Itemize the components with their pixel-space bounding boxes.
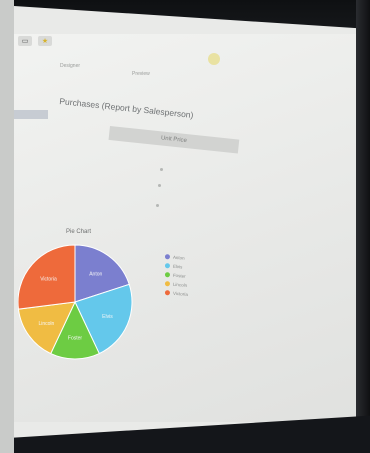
- chart-legend: Anton Elvis Foster Lincoln Victoria: [164, 252, 189, 298]
- legend-label: Victoria: [172, 290, 189, 297]
- monitor-bezel-right: [356, 0, 370, 453]
- sidebar-item[interactable]: [14, 128, 48, 137]
- tab-preview[interactable]: Preview: [132, 71, 150, 77]
- sidebar-item[interactable]: [14, 119, 48, 128]
- left-frame: [0, 0, 14, 453]
- table-row: [160, 168, 163, 171]
- chart-title: Pie Chart: [66, 229, 92, 235]
- legend-item: Victoria: [164, 288, 189, 298]
- toolbar: ▭ ★: [18, 36, 52, 46]
- legend-swatch: [164, 280, 171, 287]
- legend-label: Elvis: [172, 263, 183, 270]
- window-icon[interactable]: ▭: [18, 36, 32, 46]
- star-icon[interactable]: ★: [38, 36, 52, 46]
- legend-swatch: [164, 271, 171, 278]
- tab-designer[interactable]: Designer: [60, 63, 80, 69]
- header-badge: [208, 53, 220, 65]
- legend-swatch: [164, 262, 171, 269]
- slice-label: Elvis: [102, 314, 113, 320]
- legend-swatch: [164, 289, 171, 296]
- legend-label: Foster: [172, 272, 186, 279]
- sidebar-item[interactable]: [14, 146, 48, 155]
- slice-label: Anton: [89, 271, 102, 277]
- legend-swatch: [164, 253, 171, 260]
- slice-label: Foster: [68, 335, 83, 341]
- slice-label: Lincoln: [38, 321, 54, 327]
- sidebar: [14, 110, 48, 155]
- sidebar-item[interactable]: [14, 137, 48, 146]
- pie-chart: Anton Elvis Foster Lincoln Victoria: [18, 244, 133, 360]
- legend-label: Anton: [172, 254, 185, 261]
- sidebar-item[interactable]: [14, 110, 48, 119]
- table-row: [158, 184, 161, 187]
- legend-label: Lincoln: [172, 281, 188, 288]
- table-row: [156, 204, 159, 207]
- slice-label: Victoria: [40, 277, 57, 283]
